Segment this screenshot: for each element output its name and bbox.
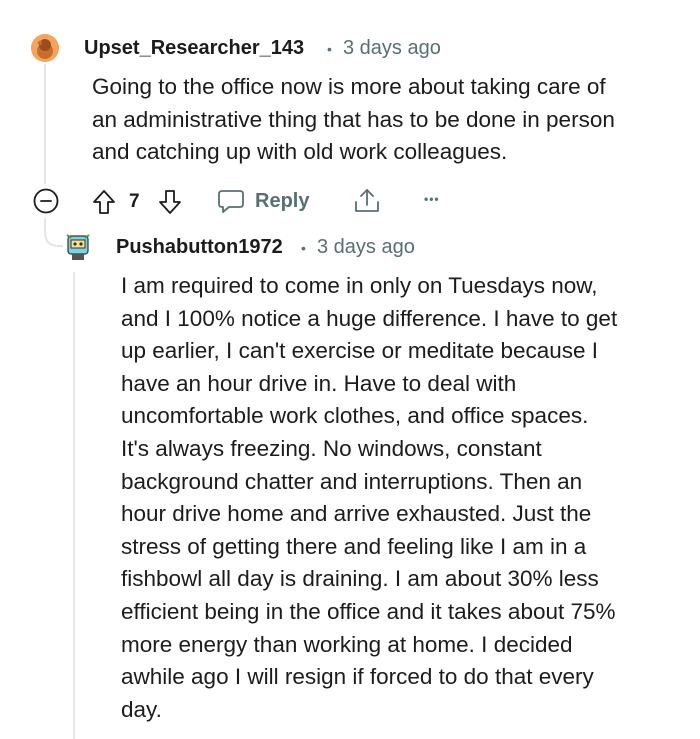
reply-button[interactable]: Reply (217, 188, 309, 214)
collapse-button[interactable] (33, 188, 59, 214)
upvote-button[interactable] (91, 188, 117, 216)
separator-dot: • (327, 41, 332, 57)
more-options-button[interactable]: ••• (424, 192, 440, 206)
vote-count: 7 (129, 191, 140, 212)
separator-dot: • (301, 240, 306, 256)
avatar[interactable] (31, 34, 59, 62)
share-button[interactable] (353, 187, 381, 215)
avatar[interactable] (63, 232, 93, 262)
comment-timestamp[interactable]: 3 days ago (317, 236, 415, 259)
thread-line-parent (44, 64, 46, 184)
snoo-avatar-icon (66, 234, 90, 260)
minus-circle-icon (33, 188, 59, 214)
downvote-button[interactable] (157, 188, 183, 216)
comment-body: I am required to come in only on Tuesday… (121, 273, 618, 722)
reply-label: Reply (255, 189, 310, 212)
comment-author[interactable]: Upset_Researcher_143 (84, 37, 304, 60)
arrow-down-icon (159, 190, 181, 214)
comment-author[interactable]: Pushabutton1972 (116, 236, 283, 259)
ellipsis-icon: ••• (424, 192, 440, 206)
thread-line-reply (73, 272, 75, 739)
arrow-up-icon (93, 190, 115, 214)
speech-bubble-icon (218, 190, 244, 213)
share-icon (355, 189, 379, 212)
comment-timestamp[interactable]: 3 days ago (343, 37, 441, 60)
snoo-avatar-icon (31, 34, 59, 62)
comment-body: Going to the office now is more about ta… (92, 74, 615, 165)
